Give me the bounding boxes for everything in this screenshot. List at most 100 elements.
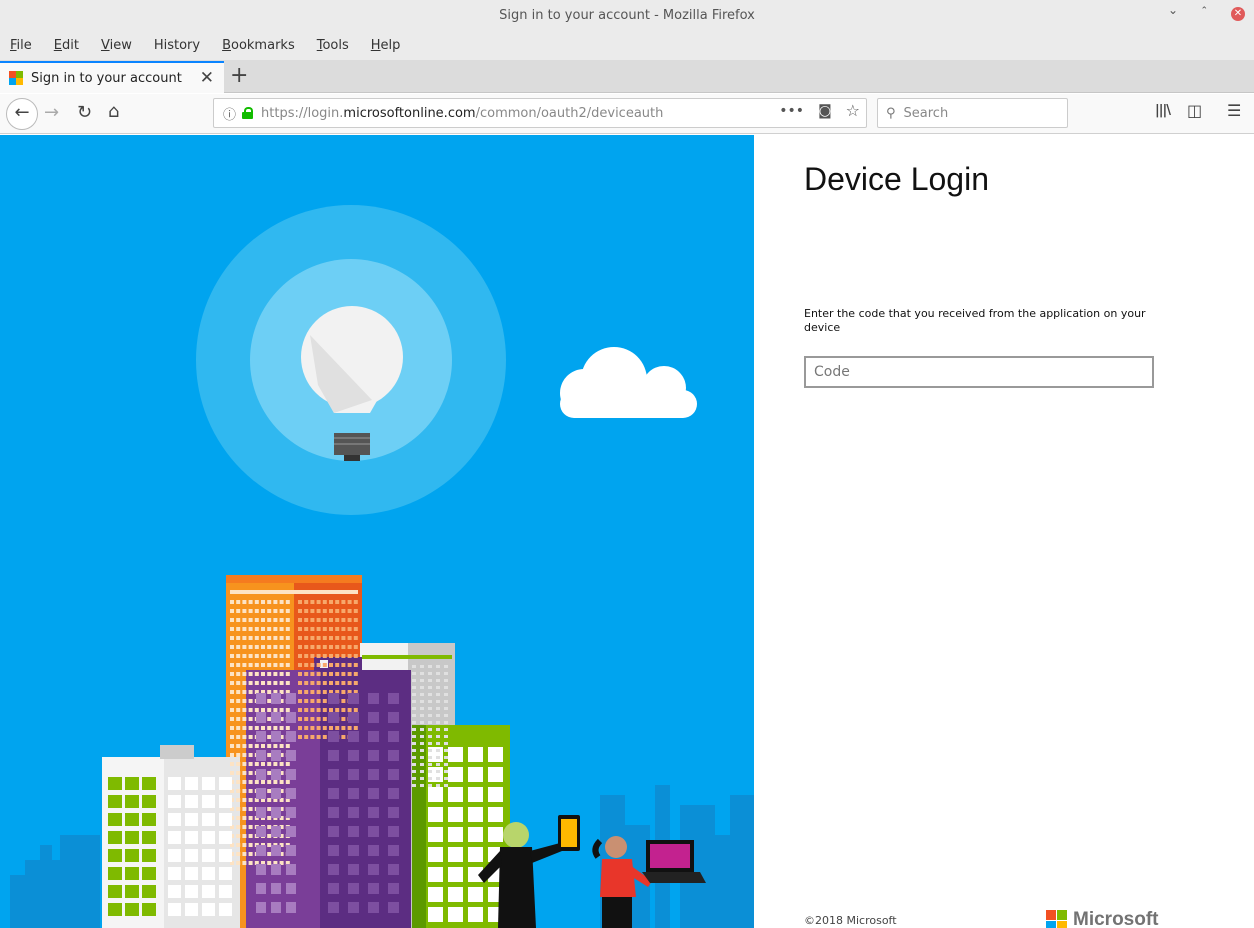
window-pane	[322, 690, 327, 694]
info-icon[interactable]: ⓘ	[223, 104, 236, 123]
window-pane	[388, 883, 399, 894]
window-pane	[230, 627, 234, 631]
window-pane	[348, 788, 359, 799]
window-pane	[304, 609, 309, 613]
window-pane	[230, 762, 234, 766]
url-bar[interactable]: ⓘ https://login.microsoftonline.com/comm…	[213, 98, 867, 128]
window-pane	[388, 769, 399, 780]
window-pane	[310, 672, 315, 676]
window-pane	[267, 681, 272, 685]
window-pane	[271, 902, 281, 913]
home-button[interactable]: ⌂	[108, 101, 119, 122]
hamburger-menu-icon[interactable]: ☰	[1227, 101, 1241, 120]
window-pane	[322, 654, 327, 658]
window-pane	[267, 789, 272, 793]
window-pane	[261, 618, 265, 622]
window-pane	[412, 784, 416, 787]
window-pane	[316, 690, 321, 694]
window-pane	[242, 645, 247, 649]
window-pane	[388, 845, 399, 856]
window-pane	[286, 864, 296, 875]
window-pane	[219, 885, 232, 898]
window-pane	[236, 762, 241, 766]
new-tab-button[interactable]: +	[230, 63, 248, 88]
page-actions-icon[interactable]: •••	[779, 103, 804, 120]
window-pane	[285, 663, 290, 667]
copyright-text: ©2018 Microsoft	[804, 914, 897, 927]
window-pane	[108, 849, 122, 862]
menu-bookmarks[interactable]: Bookmarks	[222, 38, 295, 53]
code-input[interactable]	[804, 356, 1154, 388]
tab-close-icon[interactable]: ✕	[200, 68, 214, 88]
window-pane	[329, 726, 333, 730]
forward-button[interactable]: →	[44, 102, 59, 123]
sidebar-icon[interactable]: ◫	[1187, 101, 1202, 120]
window-pane	[310, 609, 315, 613]
window-pane	[341, 681, 346, 685]
window-pane	[236, 663, 241, 667]
search-input[interactable]: ⚲ Search	[877, 98, 1068, 128]
window-pane	[428, 721, 432, 724]
window-pane	[236, 780, 241, 784]
window-pane	[298, 717, 302, 721]
window-pane	[328, 769, 339, 780]
window-pane	[248, 789, 253, 793]
window-pane	[242, 852, 247, 856]
bookmark-star-icon[interactable]: ☆	[846, 101, 860, 120]
window-pane	[242, 600, 247, 604]
close-window-icon[interactable]: ✕	[1231, 7, 1245, 21]
reload-button[interactable]: ↻	[77, 102, 92, 123]
window-pane	[412, 749, 416, 752]
window-pane	[254, 627, 259, 631]
menu-history[interactable]: History	[154, 38, 200, 53]
menu-tools[interactable]: Tools	[317, 38, 349, 53]
window-pane	[267, 690, 272, 694]
window-pane	[322, 735, 327, 739]
window-pane	[185, 831, 198, 844]
window-pane	[420, 770, 424, 773]
library-icon[interactable]: |||\	[1155, 103, 1171, 118]
window-pane	[468, 767, 483, 782]
window-pane	[286, 769, 296, 780]
window-pane	[348, 807, 359, 818]
window-pane	[242, 753, 247, 757]
window-pane	[285, 645, 290, 649]
window-pane	[388, 807, 399, 818]
window-pane	[444, 707, 448, 710]
window-pane	[261, 663, 265, 667]
window-pane	[125, 885, 139, 898]
window-pane	[267, 825, 272, 829]
window-pane	[420, 679, 424, 682]
window-pane	[428, 827, 443, 842]
menu-history-label: History	[153, 37, 201, 53]
window-pane	[488, 787, 503, 802]
window-pane	[236, 861, 241, 865]
window-pane	[248, 663, 253, 667]
window-pane	[242, 843, 247, 847]
maximize-icon[interactable]: ⌃	[1200, 6, 1208, 16]
window-pane	[267, 861, 272, 865]
window-pane	[348, 864, 359, 875]
window-pane	[230, 636, 234, 640]
lock-icon[interactable]	[242, 107, 254, 119]
menu-help[interactable]: Help	[371, 38, 401, 53]
minimize-icon[interactable]: ⌄	[1168, 3, 1178, 17]
tab-sign-in[interactable]: Sign in to your account ✕	[0, 61, 224, 93]
menu-file[interactable]: File	[10, 38, 32, 53]
menu-edit[interactable]: Edit	[54, 38, 79, 53]
pocket-icon[interactable]: ◙	[818, 103, 832, 120]
back-button[interactable]: ←	[6, 98, 38, 130]
window-pane	[335, 645, 340, 649]
menu-view[interactable]: View	[101, 38, 132, 53]
url-text[interactable]: https://login.microsoftonline.com/common…	[261, 106, 663, 121]
window-pane	[420, 665, 424, 668]
window-pane	[353, 681, 358, 685]
window-pane	[271, 845, 281, 856]
window-pane	[285, 780, 290, 784]
window-pane	[468, 907, 483, 922]
window-pane	[310, 681, 315, 685]
window-pane	[267, 636, 272, 640]
window-pane	[219, 903, 232, 916]
window-pane	[335, 600, 340, 604]
window-pane	[273, 681, 278, 685]
